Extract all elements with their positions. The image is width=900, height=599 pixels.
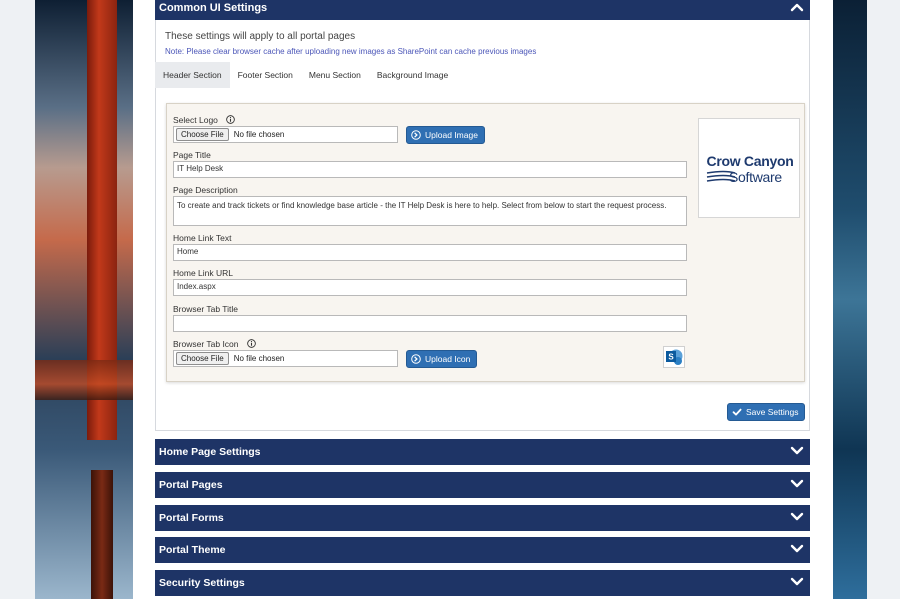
page-title-label: Page Title xyxy=(173,150,211,160)
chevron-down-icon[interactable] xyxy=(790,575,804,589)
page-gutter-left xyxy=(133,0,145,599)
background-photo-right xyxy=(833,0,867,599)
chevron-down-icon[interactable] xyxy=(790,477,804,491)
info-icon[interactable] xyxy=(226,115,236,124)
upload-image-button[interactable]: Upload Image xyxy=(406,126,485,144)
tab-background-image[interactable]: Background Image xyxy=(369,62,456,88)
settings-intro-text: These settings will apply to all portal … xyxy=(165,31,356,42)
page-description-textarea[interactable]: To create and track tickets or find know… xyxy=(173,196,687,226)
security-settings-header[interactable]: Security Settings xyxy=(155,570,810,596)
cache-note-text: Note: Please clear browser cache after u… xyxy=(165,47,537,56)
home-link-url-input[interactable]: Index.aspx xyxy=(173,279,687,296)
tab-icon-file-input[interactable]: Choose File No file chosen xyxy=(173,350,398,367)
select-logo-label: Select Logo xyxy=(173,115,236,125)
page-gutter-right xyxy=(816,0,833,599)
home-link-url-label: Home Link URL xyxy=(173,268,233,278)
portal-forms-header[interactable]: Portal Forms xyxy=(155,505,810,531)
save-settings-button[interactable]: Save Settings xyxy=(727,403,806,421)
tab-header-section[interactable]: Header Section xyxy=(155,62,230,88)
choose-file-button[interactable]: Choose File xyxy=(176,352,229,365)
logo-file-input[interactable]: Choose File No file chosen xyxy=(173,126,398,143)
background-photo-left xyxy=(35,0,133,599)
logo-text-line1: Crow Canyon xyxy=(706,153,794,169)
settings-tabs: Header Section Footer Section Menu Secti… xyxy=(155,62,456,88)
upload-arrow-icon xyxy=(411,130,421,140)
chevron-down-icon[interactable] xyxy=(790,510,804,524)
home-link-text-input[interactable]: Home xyxy=(173,244,687,261)
chevron-down-icon[interactable] xyxy=(790,542,804,556)
chevron-up-icon[interactable] xyxy=(790,0,804,14)
tab-menu-section[interactable]: Menu Section xyxy=(301,62,369,88)
bridge-tower-lower-shape xyxy=(91,470,113,599)
browser-tab-title-label: Browser Tab Title xyxy=(173,304,239,314)
chevron-down-icon[interactable] xyxy=(790,444,804,458)
no-file-text: No file chosen xyxy=(233,130,285,139)
logo-preview: Crow Canyon Software xyxy=(698,118,800,218)
tab-footer-section[interactable]: Footer Section xyxy=(230,62,301,88)
page-description-label: Page Description xyxy=(173,185,238,195)
upload-arrow-icon xyxy=(411,354,421,364)
sharepoint-icon: S xyxy=(663,346,685,368)
common-ui-settings-header[interactable]: Common UI Settings xyxy=(155,0,810,20)
portal-pages-header[interactable]: Portal Pages xyxy=(155,472,810,498)
home-link-text-label: Home Link Text xyxy=(173,233,232,243)
upload-icon-button[interactable]: Upload Icon xyxy=(406,350,478,368)
portal-theme-header[interactable]: Portal Theme xyxy=(155,537,810,563)
logo-text-line2: Software xyxy=(729,169,782,185)
choose-file-button[interactable]: Choose File xyxy=(176,128,229,141)
info-icon[interactable] xyxy=(247,339,256,348)
bridge-deck-shape xyxy=(35,360,133,400)
page-title-input[interactable]: IT Help Desk xyxy=(173,161,687,178)
home-page-settings-header[interactable]: Home Page Settings xyxy=(155,439,810,465)
panel-title: Common UI Settings xyxy=(159,2,268,14)
browser-tab-icon-label: Browser Tab Icon xyxy=(173,339,256,349)
svg-text:S: S xyxy=(668,353,674,362)
check-icon xyxy=(732,408,742,416)
no-file-text: No file chosen xyxy=(233,354,285,363)
browser-tab-title-input[interactable] xyxy=(173,315,687,332)
